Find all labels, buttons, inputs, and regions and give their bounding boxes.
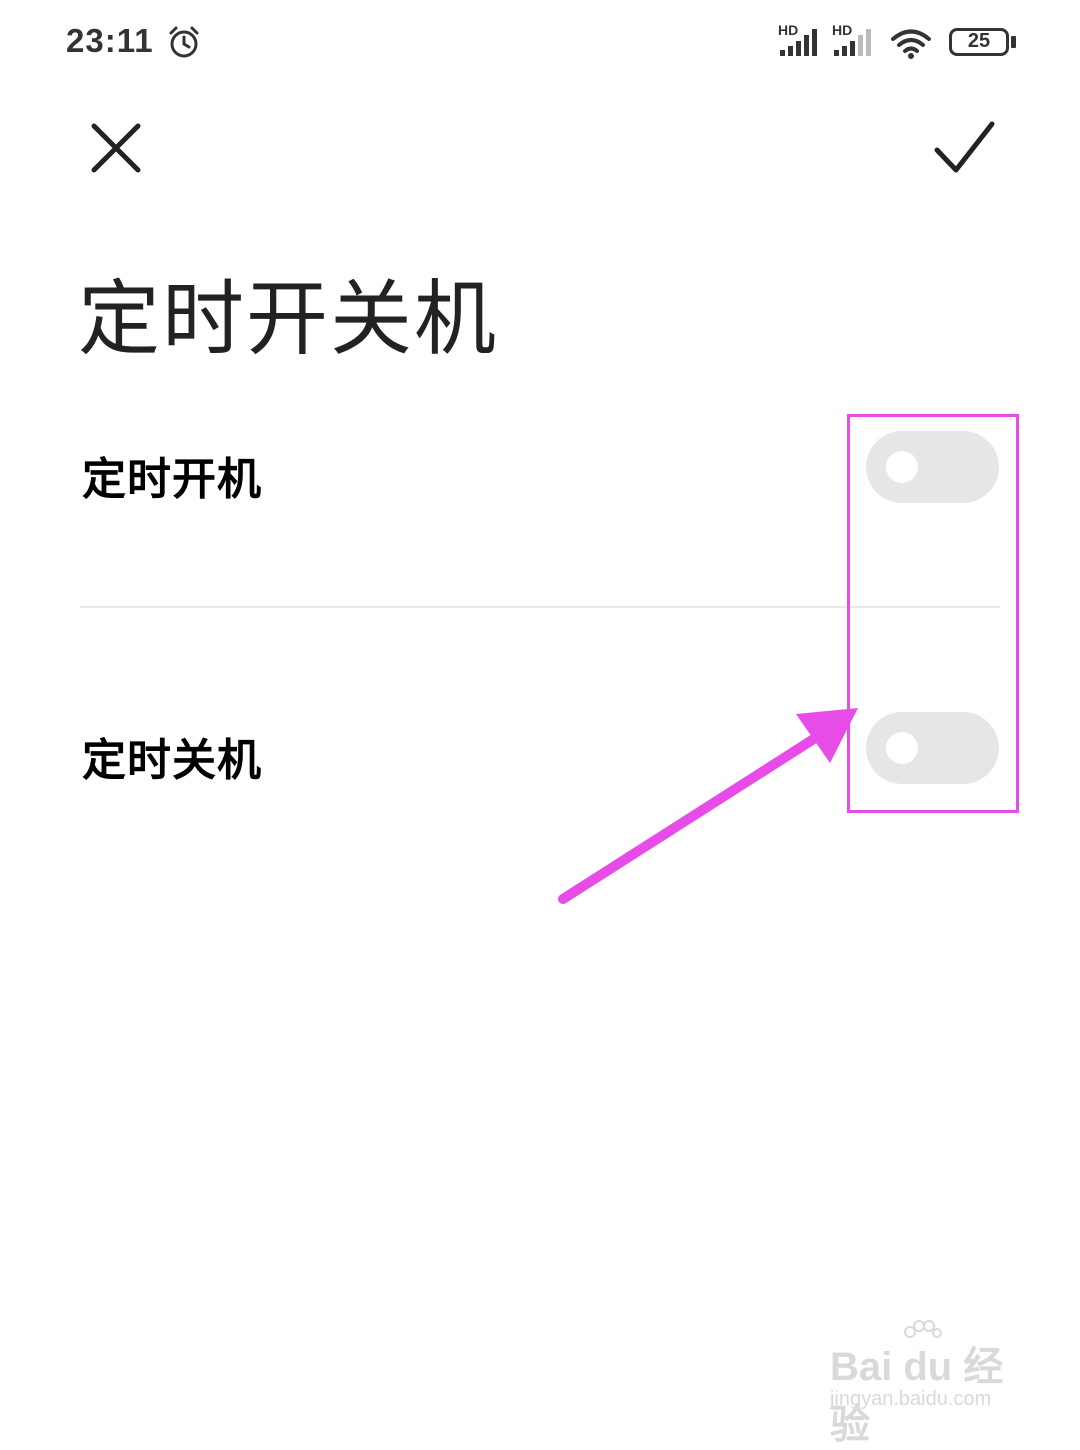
- baidu-jingyan-watermark: Bai du 经验 jingyan.baidu.com: [830, 1320, 1030, 1447]
- watermark-sub: jingyan.baidu.com: [830, 1388, 992, 1410]
- arrow-annotation: [558, 708, 858, 904]
